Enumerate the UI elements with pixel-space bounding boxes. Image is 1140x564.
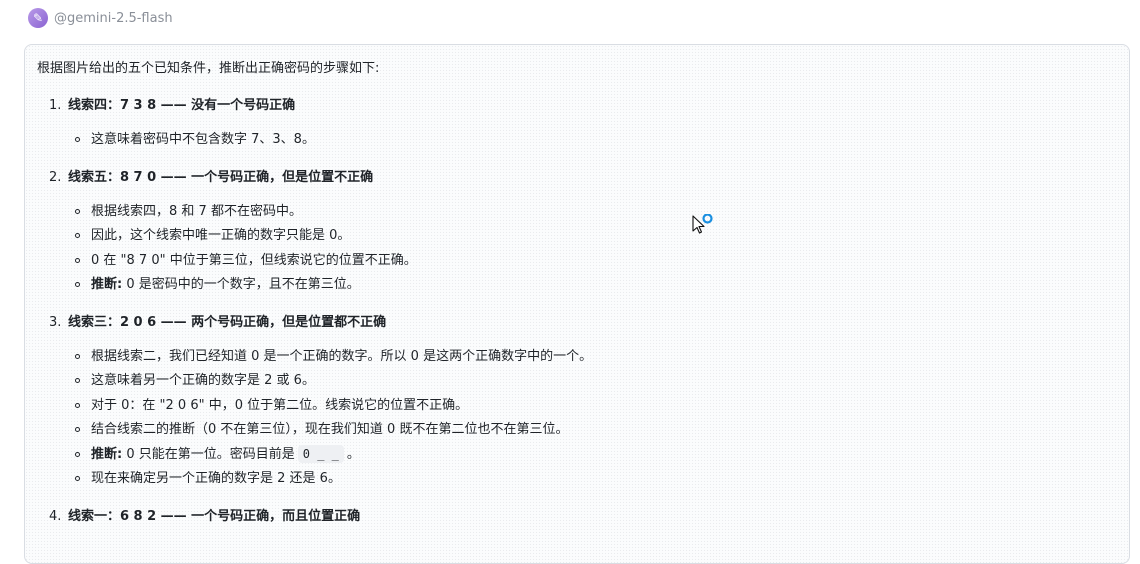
step-number: 1. [49,98,62,113]
item-text: 现在来确定另一个正确的数字是 2 还是 6。 [91,471,341,486]
list-item: 对于 0：在 "2 0 6" 中，0 位于第二位。线索说它的位置不正确。 [37,394,1117,419]
list-item: 0 在 "8 7 0" 中位于第三位，但线索说它的位置不正确。 [37,249,1117,274]
item-text: 这意味着另一个正确的数字是 2 或 6。 [91,373,315,388]
list-item: 因此，这个线索中唯一正确的数字只能是 0。 [37,224,1117,249]
pencil-icon: ✎ [28,8,48,28]
list-item: 结合线索二的推断（0 不在第三位），现在我们知道 0 既不在第二位也不在第三位。 [37,418,1117,443]
step-2: 2. 线索五：8 7 0 —— 一个号码正确，但是位置不正确 根据线索四，8 和… [37,166,1117,298]
inference-label: 推断: [91,446,123,462]
circle-bullet-icon [75,402,80,408]
circle-bullet-icon [75,208,80,214]
response-content: 根据图片给出的五个已知条件，推断出正确密码的步骤如下: 1. 线索四：7 3 8… [37,57,1117,529]
item-text: 根据线索二，我们已经知道 0 是一个正确的数字。所以 0 是这两个正确数字中的一… [91,348,593,364]
steps-list: 1. 线索四：7 3 8 —— 没有一个号码正确 这意味着密码中不包含数字 7、… [37,94,1117,529]
item-text: 0 在 "8 7 0" 中位于第三位，但线索说它的位置不正确。 [91,252,417,268]
item-text-suffix: 。 [346,446,360,462]
step-title: 1. 线索四：7 3 8 —— 没有一个号码正确 [37,94,1117,118]
circle-bullet-icon [75,282,80,287]
intro-text: 根据图片给出的五个已知条件，推断出正确密码的步骤如下: [37,61,380,76]
item-text: 这意味着密码中不包含数字 7、3、8。 [91,132,315,147]
message-header: ✎ @gemini-2.5-flash [28,7,173,29]
sub-list: 根据线索四，8 和 7 都不在密码中。 因此，这个线索中唯一正确的数字只能是 0… [37,200,1117,298]
step-title: 2. 线索五：8 7 0 —— 一个号码正确，但是位置不正确 [37,166,1117,190]
circle-bullet-icon [75,427,80,432]
step-4: 4. 线索一：6 8 2 —— 一个号码正确，而且位置正确 [37,505,1117,529]
step-1: 1. 线索四：7 3 8 —— 没有一个号码正确 这意味着密码中不包含数字 7、… [37,94,1117,153]
list-item: 这意味着密码中不包含数字 7、3、8。 [37,128,1117,153]
step-title-text: 线索四：7 3 8 —— 没有一个号码正确 [67,98,296,113]
circle-bullet-icon [75,257,80,263]
list-item: 根据线索四，8 和 7 都不在密码中。 [37,200,1117,225]
list-item: 现在来确定另一个正确的数字是 2 还是 6。 [37,467,1117,492]
step-title-text: 线索三：2 0 6 —— 两个号码正确，但是位置都不正确 [67,314,387,330]
item-text: 因此，这个线索中唯一正确的数字只能是 0。 [91,228,351,243]
list-item: 推断: 0 只能在第一位。密码目前是 0 _ _。 [37,443,1117,468]
arrow-cursor-with-busy-spinner-icon [692,214,713,234]
arrow-cursor-icon [692,215,705,234]
step-title-text: 线索一：6 8 2 —— 一个号码正确，而且位置正确 [67,508,361,524]
circle-bullet-icon [75,476,80,481]
inline-code: 0 _ _ [297,444,344,463]
list-item: 这意味着另一个正确的数字是 2 或 6。 [37,369,1117,394]
step-title-text: 线索五：8 7 0 —— 一个号码正确，但是位置不正确 [67,169,374,185]
step-number: 2. [49,169,62,185]
step-3: 3. 线索三：2 0 6 —— 两个号码正确，但是位置都不正确 根据线索二，我们… [37,311,1117,492]
item-text: 对于 0：在 "2 0 6" 中，0 位于第二位。线索说它的位置不正确。 [91,397,469,413]
circle-bullet-icon [75,137,80,142]
step-number: 4. [49,508,62,524]
step-number: 3. [49,314,62,330]
step-title: 3. 线索三：2 0 6 —— 两个号码正确，但是位置都不正确 [37,311,1117,335]
circle-bullet-icon [75,353,80,359]
item-text: 根据线索四，8 和 7 都不在密码中。 [91,203,302,219]
inference-label: 推断: [91,277,123,292]
item-text: 0 是密码中的一个数字，且不在第三位。 [122,277,360,292]
response-card: 根据图片给出的五个已知条件，推断出正确密码的步骤如下: 1. 线索四：7 3 8… [24,44,1130,564]
step-title: 4. 线索一：6 8 2 —— 一个号码正确，而且位置正确 [37,505,1117,529]
circle-bullet-icon [75,378,80,383]
list-item: 推断: 0 是密码中的一个数字，且不在第三位。 [37,273,1117,298]
item-text: 结合线索二的推断（0 不在第三位），现在我们知道 0 既不在第二位也不在第三位。 [91,422,569,437]
busy-spinner-icon [702,214,713,224]
circle-bullet-icon [75,451,80,457]
list-item: 根据线索二，我们已经知道 0 是一个正确的数字。所以 0 是这两个正确数字中的一… [37,345,1117,370]
circle-bullet-icon [75,233,80,238]
item-text: 0 只能在第一位。密码目前是 [122,446,295,462]
sub-list: 根据线索二，我们已经知道 0 是一个正确的数字。所以 0 是这两个正确数字中的一… [37,345,1117,492]
model-name: @gemini-2.5-flash [54,10,173,26]
sub-list: 这意味着密码中不包含数字 7、3、8。 [37,128,1117,153]
